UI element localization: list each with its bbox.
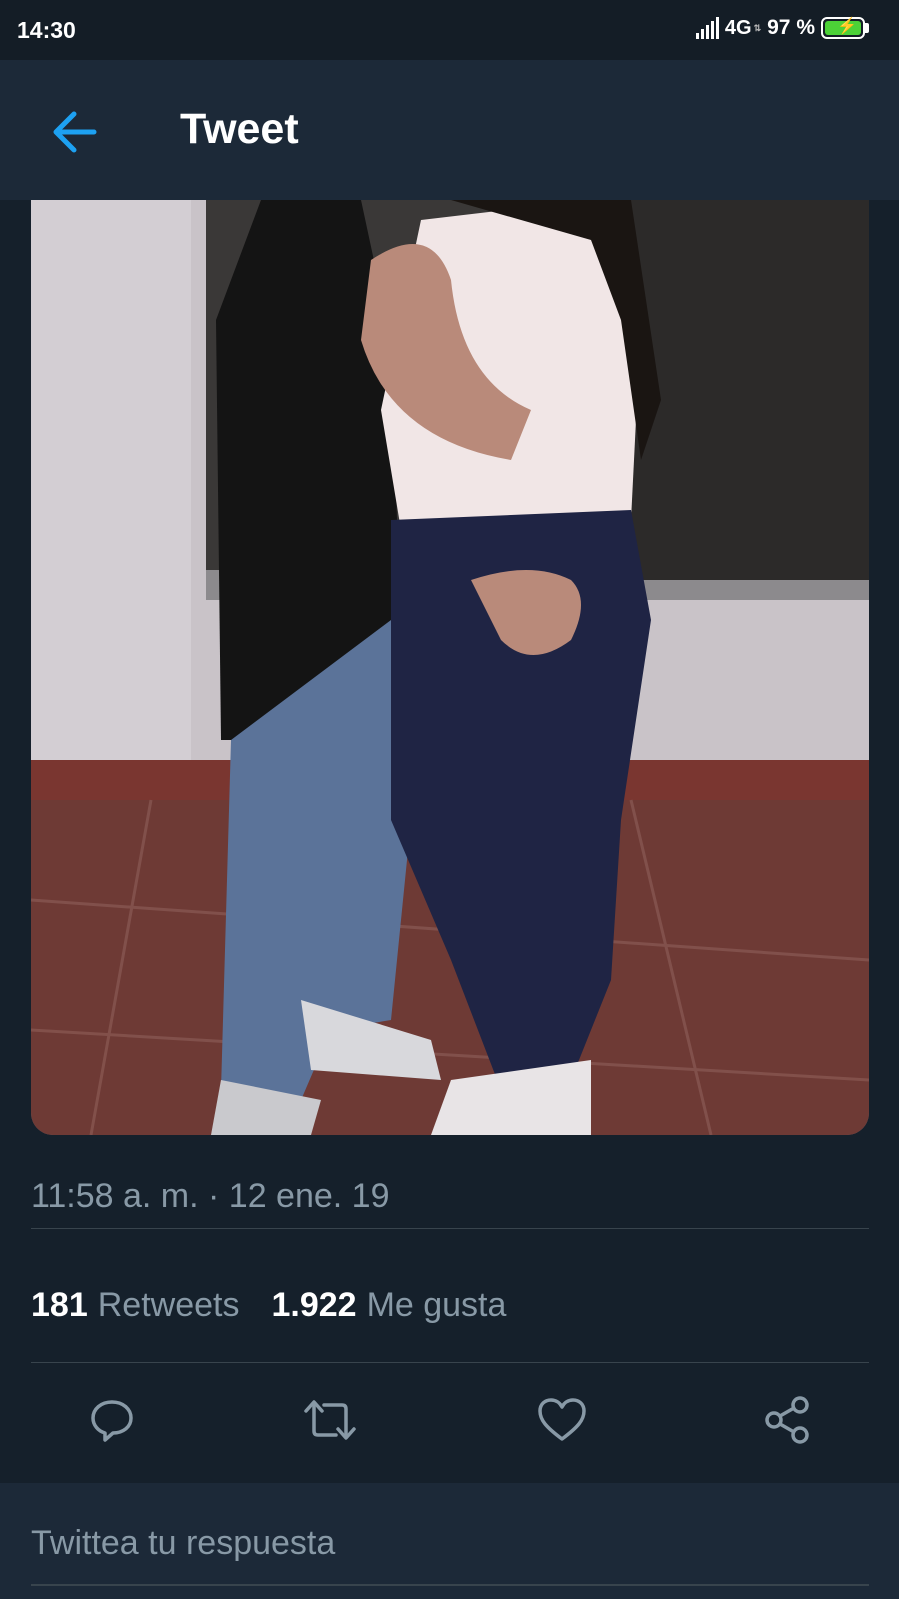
retweet-icon xyxy=(304,1400,356,1440)
reply-input-underline xyxy=(31,1584,869,1586)
app-header xyxy=(0,60,899,200)
battery-icon xyxy=(821,16,869,39)
divider xyxy=(31,1362,869,1363)
status-bar: 14:30 4G ⇅ 97 % xyxy=(0,0,899,60)
divider xyxy=(31,1228,869,1229)
likes-label[interactable]: Me gusta xyxy=(367,1286,507,1325)
battery-percent: 97 % xyxy=(767,16,815,39)
retweets-label[interactable]: Retweets xyxy=(98,1286,240,1325)
reply-button[interactable] xyxy=(82,1390,142,1450)
reply-input[interactable]: Twittea tu respuesta xyxy=(31,1524,335,1563)
network-type: 4G xyxy=(724,16,752,39)
back-button[interactable] xyxy=(48,104,104,160)
tweet-timestamp: 11:58 a. m. · 12 ene. 19 xyxy=(31,1177,390,1215)
reply-icon xyxy=(91,1400,133,1442)
share-icon xyxy=(765,1396,809,1444)
page-title: Tweet xyxy=(180,105,299,153)
heart-icon xyxy=(538,1398,586,1441)
tweet-stats: 181 Retweets 1.922 Me gusta xyxy=(31,1286,528,1325)
tweet-photo[interactable] xyxy=(31,200,869,1135)
tweet-actions xyxy=(0,1390,899,1460)
status-time: 14:30 xyxy=(17,17,76,43)
arrow-left-icon xyxy=(53,111,97,153)
data-arrows-icon: ⇅ xyxy=(753,22,762,33)
like-button[interactable] xyxy=(532,1390,592,1450)
likes-count[interactable]: 1.922 xyxy=(271,1286,356,1325)
retweet-button[interactable] xyxy=(300,1390,360,1450)
retweets-count[interactable]: 181 xyxy=(31,1286,88,1325)
signal-icon xyxy=(695,17,719,39)
status-indicators: 4G ⇅ 97 % xyxy=(695,16,869,40)
share-button[interactable] xyxy=(757,1390,817,1450)
